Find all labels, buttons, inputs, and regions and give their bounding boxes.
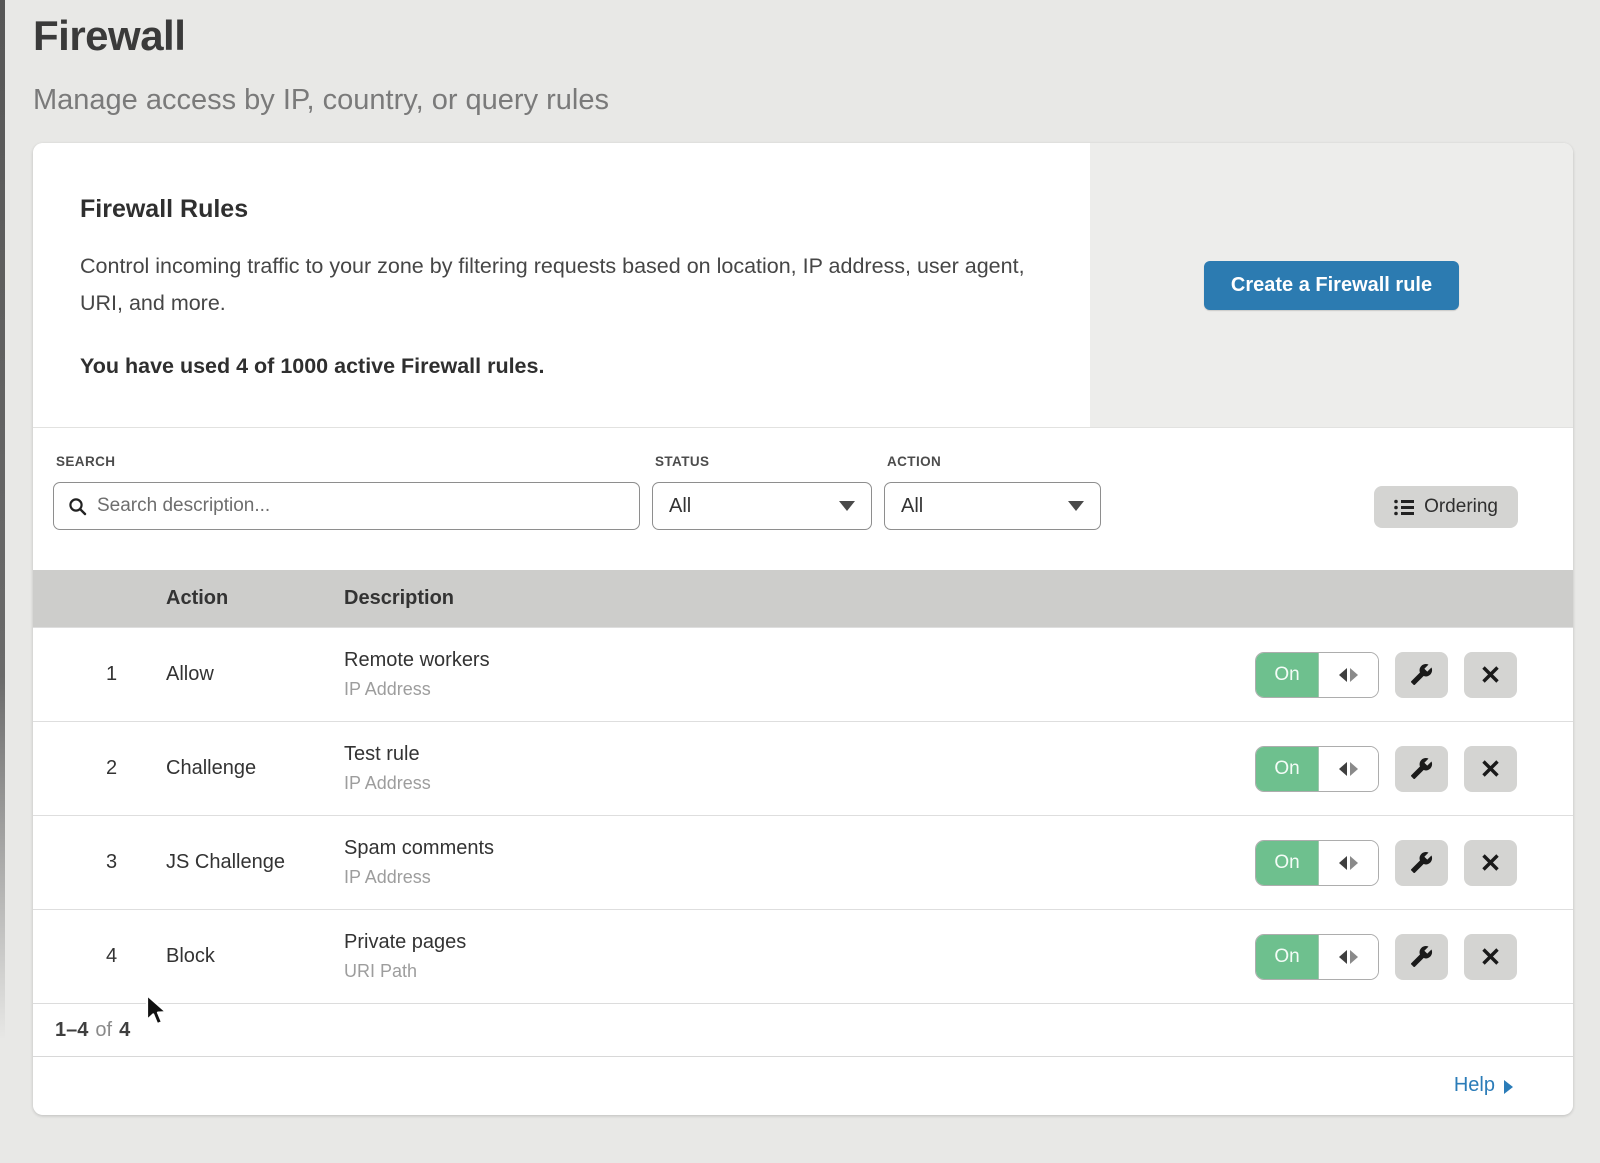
delete-rule-button[interactable] (1464, 746, 1517, 792)
action-label: ACTION (887, 454, 1101, 469)
ordering-icon (1394, 499, 1414, 516)
rule-number: 3 (33, 851, 166, 874)
wrench-icon (1410, 757, 1433, 780)
rule-enabled-toggle[interactable]: On (1255, 840, 1379, 886)
search-input[interactable] (97, 495, 625, 517)
rule-description: Test rule (344, 743, 1255, 766)
search-filter-group: SEARCH (53, 454, 640, 530)
close-icon (1481, 759, 1500, 778)
pagination-of: of (95, 1019, 112, 1042)
ordering-button-label: Ordering (1424, 496, 1498, 518)
status-label: STATUS (655, 454, 872, 469)
chevron-down-icon (839, 501, 855, 511)
delete-rule-button[interactable] (1464, 840, 1517, 886)
toggle-arrows-icon (1319, 841, 1378, 885)
firewall-rules-intro: Firewall Rules Control incoming traffic … (33, 143, 1090, 427)
table-row: 2 Challenge Test rule IP Address On (33, 721, 1573, 815)
toggle-on-label: On (1256, 841, 1319, 885)
ordering-button[interactable]: Ordering (1374, 486, 1518, 528)
wrench-icon (1410, 851, 1433, 874)
rule-controls: On (1255, 840, 1573, 886)
rule-description-cell: Remote workers IP Address (344, 649, 1255, 700)
chevron-down-icon (1068, 501, 1084, 511)
help-link[interactable]: Help (1454, 1074, 1513, 1097)
toggle-on-label: On (1256, 747, 1319, 791)
table-row: 1 Allow Remote workers IP Address On (33, 627, 1573, 721)
close-icon (1481, 853, 1500, 872)
page-title: Firewall (33, 12, 1600, 60)
create-firewall-rule-button[interactable]: Create a Firewall rule (1204, 261, 1459, 310)
toggle-arrows-icon (1319, 653, 1378, 697)
usage-summary: You have used 4 of 1000 active Firewall … (80, 354, 1030, 379)
rule-description: Remote workers (344, 649, 1255, 672)
toggle-on-label: On (1256, 935, 1319, 979)
help-link-label: Help (1454, 1074, 1495, 1097)
filters-bar: SEARCH STATUS All ACTION All (33, 428, 1573, 570)
rule-enabled-toggle[interactable]: On (1255, 934, 1379, 980)
help-arrow-icon (1504, 1080, 1513, 1094)
rule-number: 1 (33, 663, 166, 686)
firewall-rules-card: Firewall Rules Control incoming traffic … (33, 143, 1573, 1115)
edit-rule-button[interactable] (1395, 746, 1448, 792)
window-left-edge (0, 0, 5, 1040)
rule-match-type: URI Path (344, 961, 1255, 982)
page-header: Firewall Manage access by IP, country, o… (0, 0, 1600, 117)
close-icon (1481, 947, 1500, 966)
rule-enabled-toggle[interactable]: On (1255, 746, 1379, 792)
card-title: Firewall Rules (80, 195, 1030, 224)
delete-rule-button[interactable] (1464, 934, 1517, 980)
toggle-arrows-icon (1319, 747, 1378, 791)
card-top-section: Firewall Rules Control incoming traffic … (33, 143, 1573, 428)
rule-controls: On (1255, 934, 1573, 980)
create-rule-panel: Create a Firewall rule (1090, 143, 1573, 427)
action-filter-group: ACTION All (884, 454, 1101, 530)
page-subtitle: Manage access by IP, country, or query r… (33, 84, 1600, 117)
rule-action: Challenge (166, 757, 344, 780)
status-filter-group: STATUS All (652, 454, 872, 530)
table-row: 3 JS Challenge Spam comments IP Address … (33, 815, 1573, 909)
rule-description: Private pages (344, 931, 1255, 954)
rule-match-type: IP Address (344, 679, 1255, 700)
rule-controls: On (1255, 746, 1573, 792)
rule-action: Block (166, 945, 344, 968)
search-icon (68, 497, 87, 516)
rule-action: JS Challenge (166, 851, 344, 874)
toggle-on-label: On (1256, 653, 1319, 697)
pagination: 1–4 of 4 (33, 1003, 1573, 1056)
rule-number: 2 (33, 757, 166, 780)
delete-rule-button[interactable] (1464, 652, 1517, 698)
table-row: 4 Block Private pages URI Path On (33, 909, 1573, 1003)
card-description: Control incoming traffic to your zone by… (80, 248, 1030, 322)
rule-match-type: IP Address (344, 867, 1255, 888)
status-select-value: All (669, 495, 691, 518)
column-header-description: Description (344, 587, 1573, 610)
action-select-value: All (901, 495, 923, 518)
pagination-range: 1–4 (55, 1019, 88, 1042)
card-footer: Help (33, 1056, 1573, 1114)
search-label: SEARCH (56, 454, 640, 469)
rule-controls: On (1255, 652, 1573, 698)
edit-rule-button[interactable] (1395, 840, 1448, 886)
rule-number: 4 (33, 945, 166, 968)
pagination-total: 4 (119, 1019, 130, 1042)
rule-description: Spam comments (344, 837, 1255, 860)
edit-rule-button[interactable] (1395, 652, 1448, 698)
status-select[interactable]: All (652, 482, 872, 530)
search-box[interactable] (53, 482, 640, 530)
column-header-action: Action (166, 587, 344, 610)
rule-action: Allow (166, 663, 344, 686)
rule-enabled-toggle[interactable]: On (1255, 652, 1379, 698)
rule-description-cell: Private pages URI Path (344, 931, 1255, 982)
rule-description-cell: Spam comments IP Address (344, 837, 1255, 888)
wrench-icon (1410, 663, 1433, 686)
action-select[interactable]: All (884, 482, 1101, 530)
edit-rule-button[interactable] (1395, 934, 1448, 980)
wrench-icon (1410, 945, 1433, 968)
table-header: Action Description (33, 570, 1573, 627)
toggle-arrows-icon (1319, 935, 1378, 979)
close-icon (1481, 665, 1500, 684)
rule-match-type: IP Address (344, 773, 1255, 794)
rule-description-cell: Test rule IP Address (344, 743, 1255, 794)
